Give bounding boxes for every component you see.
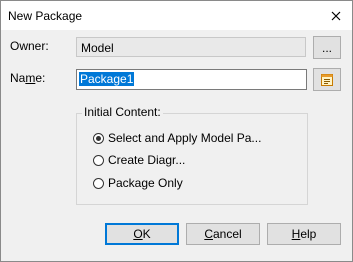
- title-bar: New Package: [1, 1, 352, 30]
- name-input-value: Package1: [79, 72, 135, 86]
- browse-owner-button[interactable]: ...: [313, 36, 341, 59]
- window-title: New Package: [8, 9, 83, 23]
- initial-content-title: Initial Content:: [82, 105, 163, 119]
- cancel-button[interactable]: Cancel: [186, 223, 260, 245]
- radio-label: Create Diagr...: [108, 153, 186, 167]
- owner-label: Owner:: [10, 39, 49, 53]
- ok-button[interactable]: OK: [105, 223, 179, 245]
- name-input[interactable]: Package1: [76, 69, 307, 90]
- radio-select-apply-pattern[interactable]: Select and Apply Model Pa...: [93, 130, 261, 146]
- notes-icon: [321, 73, 333, 86]
- radio-button: [93, 154, 104, 166]
- close-icon: [331, 11, 341, 21]
- notes-button[interactable]: [313, 68, 341, 91]
- radio-label: Package Only: [108, 176, 183, 190]
- radio-package-only[interactable]: Package Only: [93, 175, 183, 191]
- radio-label: Select and Apply Model Pa...: [108, 131, 262, 145]
- close-button[interactable]: [325, 6, 347, 26]
- radio-create-diagram[interactable]: Create Diagr...: [93, 152, 185, 168]
- name-label: Name:: [10, 71, 46, 85]
- help-button[interactable]: Help: [267, 223, 341, 245]
- new-package-dialog: New Package Owner: Model ... Name: Packa…: [0, 0, 353, 262]
- radio-button: [93, 177, 104, 189]
- owner-field: Model: [76, 37, 306, 57]
- radio-button: [93, 132, 104, 144]
